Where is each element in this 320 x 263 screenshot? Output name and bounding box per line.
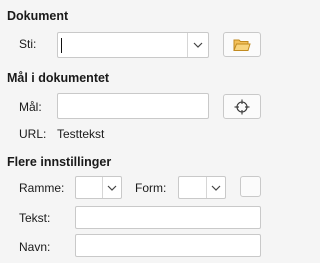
target-section-title: Mål i dokumentet — [7, 71, 110, 85]
text-input[interactable] — [75, 206, 261, 229]
form-combobox[interactable] — [178, 176, 226, 199]
path-dropdown-button[interactable] — [187, 33, 208, 57]
chevron-down-icon — [193, 42, 203, 48]
form-dropdown-button[interactable] — [206, 177, 225, 198]
more-settings-section-title: Flere innstillinger — [7, 155, 112, 169]
name-label: Navn: — [19, 240, 51, 254]
target-navigator-button[interactable] — [223, 94, 261, 119]
form-label: Form: — [135, 181, 167, 195]
target-input[interactable] — [57, 93, 209, 119]
target-label: Mål: — [19, 100, 42, 114]
name-input[interactable] — [75, 234, 261, 257]
path-label: Sti: — [19, 37, 37, 51]
path-combobox[interactable] — [57, 32, 209, 58]
text-cursor — [61, 38, 62, 53]
url-value: Testtekst — [57, 127, 105, 141]
crosshair-icon — [234, 99, 250, 114]
url-label: URL: — [19, 127, 47, 141]
open-file-button[interactable] — [223, 32, 261, 57]
frame-combobox[interactable] — [75, 176, 122, 199]
events-button[interactable] — [240, 176, 261, 197]
chevron-down-icon — [211, 185, 221, 191]
text-label: Tekst: — [19, 211, 51, 225]
chevron-down-icon — [107, 185, 117, 191]
frame-label: Ramme: — [19, 181, 65, 195]
document-section-title: Dokument — [7, 9, 69, 23]
frame-dropdown-button[interactable] — [102, 177, 121, 198]
folder-icon — [233, 39, 251, 51]
